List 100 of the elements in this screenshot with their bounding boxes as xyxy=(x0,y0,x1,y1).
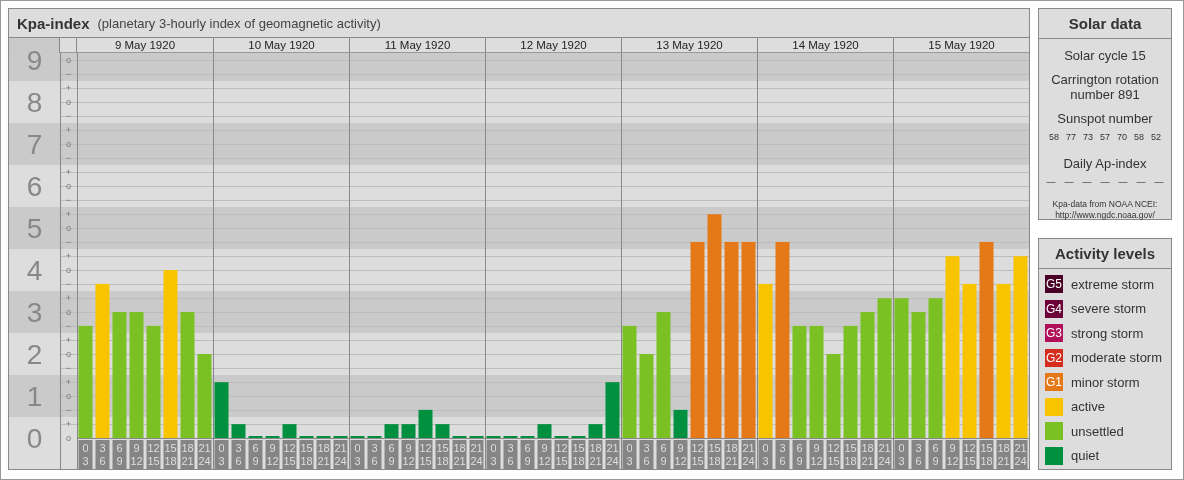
level-label: strong storm xyxy=(1071,325,1144,341)
scale-mark: − xyxy=(65,237,72,248)
time-slot-label: 6 9 xyxy=(792,440,807,470)
level-code: G5 xyxy=(1046,277,1062,291)
ap-index-value: — xyxy=(1046,177,1056,187)
scale-mark: + xyxy=(65,83,72,94)
bar xyxy=(401,424,416,438)
x-tick-label: 6 9 xyxy=(524,442,531,467)
scale-mark: + xyxy=(65,167,72,178)
bar xyxy=(231,424,246,438)
y-axis-label: 6 xyxy=(26,170,43,202)
time-slot-label: 6 9 xyxy=(248,440,263,470)
time-slot-label: 3 6 xyxy=(95,440,110,470)
source-link[interactable]: http://www.ngdc.noaa.gov/ xyxy=(1052,210,1158,221)
x-tick-label: 6 9 xyxy=(388,442,395,467)
sunspot-number: 58 xyxy=(1048,132,1059,142)
time-slot-label: 18 21 xyxy=(180,440,195,470)
level-label: quiet xyxy=(1071,448,1100,463)
ap-index-value: — xyxy=(1064,177,1074,187)
scale-mark: o xyxy=(66,349,71,360)
time-slot-label: 21 24 xyxy=(1013,440,1028,470)
level-label: active xyxy=(1071,399,1105,414)
bar xyxy=(537,424,552,438)
x-tick-label: 0 3 xyxy=(898,442,905,467)
level-label: extreme storm xyxy=(1071,276,1155,292)
time-slot-label: 0 3 xyxy=(758,440,773,470)
time-slot-label: 0 3 xyxy=(350,440,365,470)
y-axis-label: 8 xyxy=(26,86,43,118)
x-tick-label: 3 6 xyxy=(371,442,378,467)
time-slot-label: 18 21 xyxy=(724,440,739,470)
level-code: G4 xyxy=(1046,301,1062,316)
time-slot-label: 18 21 xyxy=(996,440,1011,470)
scale-mark: o xyxy=(66,97,71,108)
bar xyxy=(384,424,399,438)
time-slot-label: 9 12 xyxy=(537,440,552,470)
time-slot-label: 12 15 xyxy=(418,440,433,470)
chart-subtitle: (planetary 3-hourly index of geomagnetic activity) xyxy=(97,15,381,31)
bar xyxy=(673,409,688,438)
panel-title: Solar data xyxy=(1039,9,1171,39)
y-axis-label: 5 xyxy=(26,212,43,244)
ap-index-value: — xyxy=(1118,177,1128,187)
time-slot-label: 6 9 xyxy=(928,440,943,470)
level-code: G1 xyxy=(1046,375,1062,389)
scale-mark: + xyxy=(65,377,72,387)
scale-mark: + xyxy=(65,209,72,220)
time-slot-label: 18 21 xyxy=(316,440,331,470)
scale-mark: o xyxy=(66,433,71,443)
time-slot-label: 0 3 xyxy=(622,440,637,470)
scale-mark: + xyxy=(65,419,72,429)
x-tick-label: 0 3 xyxy=(354,442,361,467)
time-slot-label: 0 3 xyxy=(486,440,501,470)
scale-mark: o xyxy=(66,55,71,66)
time-slot-label: 3 6 xyxy=(503,440,518,470)
time-slot-label: 6 9 xyxy=(656,440,671,470)
date-label: 14 May 1920 xyxy=(757,38,893,53)
bar xyxy=(418,409,433,438)
scale-mark: o xyxy=(66,181,71,192)
time-slot-label: 15 18 xyxy=(571,440,586,470)
source-note: Kpa-data from NOAA NCEI: xyxy=(1052,199,1158,210)
x-tick-label: 6 9 xyxy=(116,442,123,467)
time-slot-label: 9 12 xyxy=(809,440,824,470)
time-slot-label: 12 15 xyxy=(826,440,841,470)
y-axis-label: 3 xyxy=(26,296,43,328)
time-slot-label: 12 15 xyxy=(962,440,977,470)
scale-mark: o xyxy=(66,223,71,234)
sunspot-number: 57 xyxy=(1100,132,1110,142)
sunspot-title: Sunspot number xyxy=(1057,111,1153,126)
scale-mark: − xyxy=(65,279,72,290)
ap-index-title: Daily Ap-index xyxy=(1063,156,1147,171)
time-slot-label: 18 21 xyxy=(452,440,467,470)
x-tick-label: 0 3 xyxy=(82,442,89,467)
sunspot-number: 70 xyxy=(1117,132,1127,142)
level-code: G3 xyxy=(1046,326,1062,340)
date-label: 10 May 1920 xyxy=(213,38,349,53)
time-slot-label: 15 18 xyxy=(299,440,314,470)
y-axis-label: 4 xyxy=(26,254,43,286)
x-tick-label: 3 6 xyxy=(643,442,650,467)
sunspot-number: 73 xyxy=(1082,132,1093,142)
ap-index-value: — xyxy=(1154,177,1164,187)
ap-index-value: — xyxy=(1136,177,1146,187)
x-tick-label: 3 6 xyxy=(99,442,106,467)
time-slot-label: 3 6 xyxy=(639,440,654,470)
time-slot-label: 15 18 xyxy=(163,440,178,470)
scale-mark: + xyxy=(65,251,72,262)
time-slot-label: 0 3 xyxy=(894,440,909,470)
date-label: 11 May 1920 xyxy=(349,38,485,53)
y-axis-label: 1 xyxy=(26,380,43,412)
level-label: unsettled xyxy=(1071,423,1124,439)
time-slot-label: 21 24 xyxy=(469,440,484,470)
y-axis-label: 7 xyxy=(26,128,43,160)
date-label: 13 May 1920 xyxy=(621,38,757,53)
bar xyxy=(588,424,603,438)
time-slot-label: 18 21 xyxy=(588,440,603,470)
time-slot-label: 12 15 xyxy=(554,440,569,470)
date-label: 15 May 1920 xyxy=(893,38,1029,53)
scale-mark: o xyxy=(66,391,71,401)
time-slot-label: 15 18 xyxy=(707,440,722,470)
sunspot-number: 58 xyxy=(1134,132,1145,142)
solar-cycle: Solar cycle 15 xyxy=(1064,48,1146,63)
time-slot-label: 21 24 xyxy=(741,440,756,470)
